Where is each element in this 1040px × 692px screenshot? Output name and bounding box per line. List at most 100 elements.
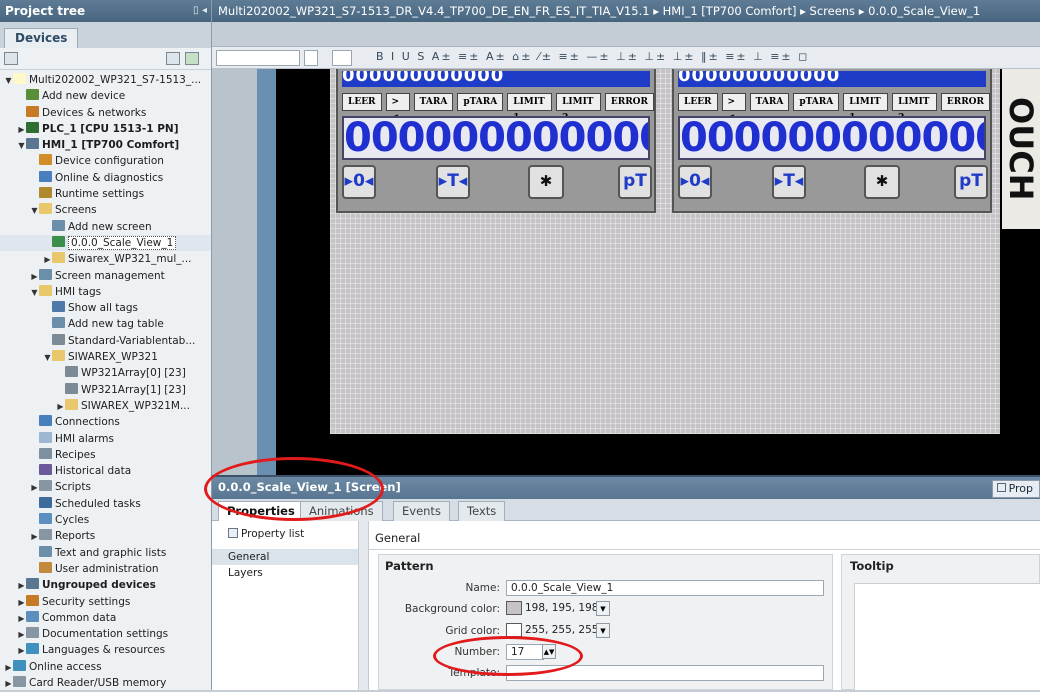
status-button[interactable]: TARA <box>413 93 454 111</box>
status-button[interactable]: LIMIT 2 <box>556 93 601 123</box>
tab-events[interactable]: Events <box>393 501 450 521</box>
tree-item[interactable]: ▶ Scripts <box>0 479 211 495</box>
status-button[interactable]: LIMIT 2 <box>892 93 937 123</box>
collapsed-arrow-icon[interactable]: ▶ <box>56 399 65 415</box>
clear-button[interactable]: ✱ <box>864 165 900 199</box>
collapsed-arrow-icon[interactable]: ▶ <box>17 595 26 611</box>
tree-item[interactable]: ▼ SIWAREX_WP321 <box>0 349 211 365</box>
tree-item[interactable]: ▶ Reports <box>0 528 211 544</box>
number-spinner[interactable]: ▲▼ <box>542 644 556 659</box>
add-to-tree-icon[interactable] <box>185 52 199 65</box>
device-view-icon[interactable] <box>4 52 18 65</box>
tree-item[interactable]: ▶ Documentation settings <box>0 626 211 642</box>
collapsed-arrow-icon[interactable]: ▶ <box>17 627 26 643</box>
template-field[interactable] <box>506 665 824 681</box>
tare-button[interactable]: ▸T◂ <box>436 165 470 199</box>
status-button[interactable]: LEER <box>678 93 718 111</box>
screen-editor-canvas[interactable]: 000000000000LEER><TARApTARALIMIT 1LIMIT … <box>212 69 1040 475</box>
collapsed-arrow-icon[interactable]: ▶ <box>4 660 13 676</box>
status-button[interactable]: pTARA <box>793 93 840 111</box>
tree-item[interactable]: Device configuration <box>0 153 211 169</box>
tree-item[interactable]: ▶ Common data <box>0 610 211 626</box>
collapsed-arrow-icon[interactable]: ▶ <box>30 529 39 545</box>
status-button[interactable]: LIMIT 1 <box>507 93 553 123</box>
tree-item[interactable]: ▼ HMI tags <box>0 284 211 300</box>
preset-tare-button[interactable]: pT <box>954 165 988 199</box>
status-button[interactable]: >< <box>385 93 410 123</box>
tree-item[interactable]: ▶ Ungrouped devices <box>0 577 211 593</box>
tree-item[interactable]: ▼ HMI_1 [TP700 Comfort] <box>0 137 211 153</box>
tree-item[interactable]: ▶ SIWAREX_WP321M... <box>0 398 211 414</box>
collapsed-arrow-icon[interactable]: ▶ <box>17 578 26 594</box>
tree-item[interactable]: Historical data <box>0 463 211 479</box>
tree-item[interactable]: Add new device <box>0 88 211 104</box>
nav-item-layers[interactable]: Layers <box>212 565 358 581</box>
tare-button[interactable]: ▸T◂ <box>772 165 806 199</box>
tree-item[interactable]: Add new screen <box>0 219 211 235</box>
collapsed-arrow-icon[interactable]: ▶ <box>30 480 39 496</box>
scale-faceplate[interactable]: 000000000000 LEER><TARApTARALIMIT 1LIMIT … <box>672 69 992 213</box>
status-button[interactable]: LEER <box>342 93 382 111</box>
tab-animations[interactable]: Animations <box>300 501 383 521</box>
grid-color-dropdown[interactable]: ▼ <box>596 623 610 638</box>
expanded-arrow-icon[interactable]: ▼ <box>30 203 39 219</box>
expanded-arrow-icon[interactable]: ▼ <box>17 138 26 154</box>
tree-item[interactable]: Recipes <box>0 447 211 463</box>
status-button[interactable]: ERROR <box>604 93 654 111</box>
format-buttons[interactable]: B I U S A± ≡± A± ⌂± ⁄± ≡± —± ⊥± ⊥± ⊥± ‖±… <box>376 50 809 63</box>
font-name-field[interactable] <box>216 50 300 66</box>
tree-item[interactable]: ▶ Siwarex_WP321_mul_... <box>0 251 211 267</box>
collapsed-arrow-icon[interactable]: ▶ <box>17 643 26 659</box>
tree-item[interactable]: ▶ Screen management <box>0 268 211 284</box>
collapse-panel-icon[interactable]: ▯ ◂ <box>193 0 207 22</box>
scale-faceplate[interactable]: 000000000000 LEER><TARApTARALIMIT 1LIMIT … <box>336 69 656 213</box>
status-button[interactable]: LIMIT 1 <box>843 93 889 123</box>
tab-devices[interactable]: Devices <box>4 28 79 48</box>
expanded-arrow-icon[interactable]: ▼ <box>30 285 39 301</box>
tab-texts[interactable]: Texts <box>458 501 506 521</box>
tree-item[interactable]: Runtime settings <box>0 186 211 202</box>
background-color-swatch[interactable] <box>506 601 522 615</box>
expanded-arrow-icon[interactable]: ▼ <box>43 350 52 366</box>
tree-item[interactable]: Standard-Variablentab... <box>0 333 211 349</box>
tree-item[interactable]: ▶ Card Reader/USB memory <box>0 675 211 691</box>
inspector-scrollbar[interactable] <box>359 521 369 690</box>
status-button[interactable]: ERROR <box>940 93 990 111</box>
tab-properties[interactable]: Properties <box>218 501 304 522</box>
zero-button[interactable]: ▸0◂ <box>678 165 712 199</box>
tree-item[interactable]: Cycles <box>0 512 211 528</box>
number-field[interactable]: 17 <box>506 644 544 660</box>
collapsed-arrow-icon[interactable]: ▶ <box>30 269 39 285</box>
tree-item[interactable]: ▼ Screens <box>0 202 211 218</box>
expanded-arrow-icon[interactable]: ▼ <box>4 73 13 89</box>
tree-item[interactable]: User administration <box>0 561 211 577</box>
status-button[interactable]: pTARA <box>457 93 504 111</box>
properties-button[interactable]: Prop <box>991 480 1040 498</box>
status-button[interactable]: >< <box>721 93 746 123</box>
tree-item[interactable]: Show all tags <box>0 300 211 316</box>
tree-item[interactable]: Text and graphic lists <box>0 545 211 561</box>
tree-item[interactable]: Add new tag table <box>0 316 211 332</box>
tree-item[interactable]: WP321Array[1] [23] <box>0 382 211 398</box>
collapsed-arrow-icon[interactable]: ▶ <box>43 252 52 268</box>
background-color-dropdown[interactable]: ▼ <box>596 601 610 616</box>
tree-item[interactable]: ▶ Languages & resources <box>0 642 211 658</box>
grid-color-swatch[interactable] <box>506 623 522 637</box>
preset-tare-button[interactable]: pT <box>618 165 652 199</box>
tree-item[interactable]: 0.0.0_Scale_View_1 <box>0 234 211 252</box>
tree-item[interactable]: ▼ Multi202002_WP321_S7-1513_... <box>0 72 211 88</box>
status-button[interactable]: TARA <box>749 93 790 111</box>
tree-item[interactable]: Online & diagnostics <box>0 170 211 186</box>
hmi-screen[interactable]: 000000000000LEER><TARApTARALIMIT 1LIMIT … <box>330 69 1000 434</box>
zero-button[interactable]: ▸0◂ <box>342 165 376 199</box>
collapsed-arrow-icon[interactable]: ▶ <box>17 122 26 138</box>
tree-item[interactable]: Devices & networks <box>0 105 211 121</box>
tree-item[interactable]: Scheduled tasks <box>0 496 211 512</box>
tree-item[interactable]: ▶ Online access <box>0 659 211 675</box>
tree-item[interactable]: ▶ PLC_1 [CPU 1513-1 PN] <box>0 121 211 137</box>
name-field[interactable]: 0.0.0_Scale_View_1 <box>506 580 824 596</box>
tooltip-text-area[interactable] <box>854 583 1040 691</box>
collapsed-arrow-icon[interactable]: ▶ <box>17 611 26 627</box>
nav-item-general[interactable]: General <box>212 549 358 565</box>
tree-item[interactable]: HMI alarms <box>0 431 211 447</box>
